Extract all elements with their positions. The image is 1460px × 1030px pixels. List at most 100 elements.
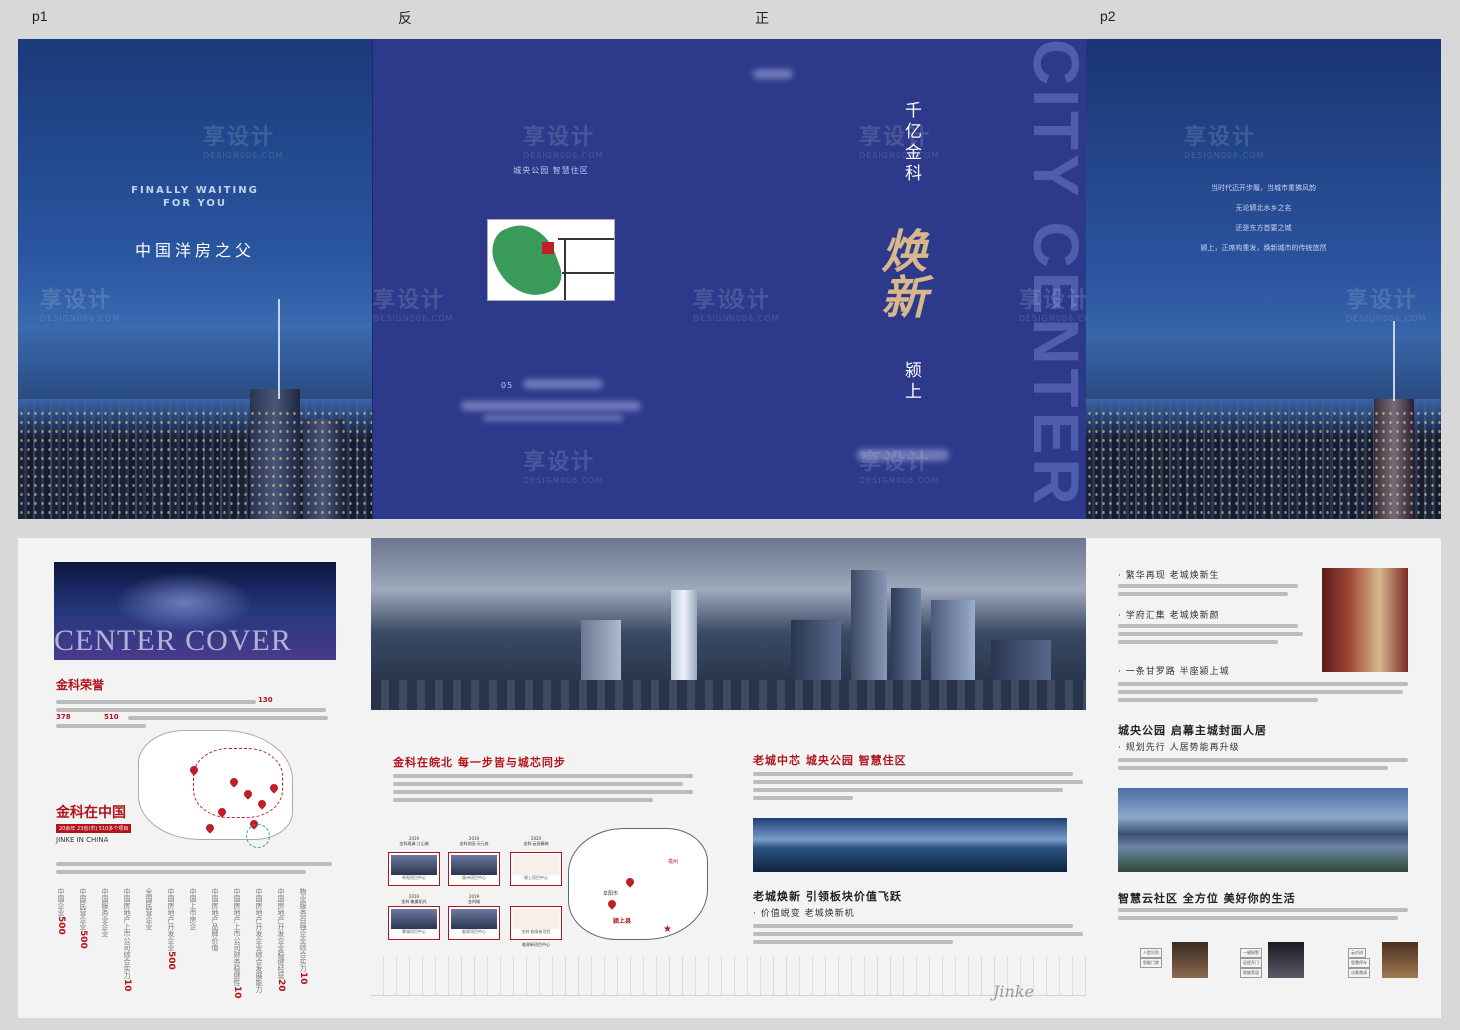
stat-item: 中国房地产上市公司综合实力10 (122, 888, 132, 992)
paragraph-line (1118, 908, 1408, 912)
city-lights (18, 409, 372, 519)
p2-poem-line: 当时代迈开步履，当城市重拂风韵 (1211, 184, 1316, 192)
label-p2: p2 (1100, 8, 1116, 24)
watermark: 享设计DESIGN006.COM (373, 288, 454, 323)
right-heading: 城央公园 启幕主城封面人居 (1118, 724, 1267, 737)
bay-night-photo (753, 818, 1067, 872)
paragraph-line (1118, 624, 1298, 628)
stat-item: 中国房地产开发企业稳健经营20 (276, 888, 286, 992)
blurred-text (523, 379, 603, 389)
watermark: 享设计DESIGN006.COM (40, 288, 121, 323)
paragraph-line (753, 788, 1063, 792)
honor-number: 378 (56, 713, 71, 721)
map-label: 亳州 (668, 859, 679, 865)
project-marker-icon (542, 242, 554, 254)
star-marker-icon: ★ (663, 924, 672, 935)
paragraph-line (753, 772, 1073, 776)
paragraph-line (393, 774, 693, 778)
paragraph-line (753, 796, 853, 800)
p1-english-title: FINALLY WAITING FOR YOU (131, 185, 259, 209)
honor-column: CENTER COVER 金科荣誉 130 378 510 金科在中国 20余年… (18, 538, 371, 1018)
stat-item: 物业服务百强企业综合实力10 (298, 888, 308, 985)
stat-item: 全国民营企业 (145, 888, 153, 930)
project-year-name: 2019 金科观澜·江山城 (399, 836, 429, 846)
watermark: 享设计DESIGN006.COM (203, 125, 284, 160)
paragraph-line (56, 870, 306, 874)
feature-tag: 访客邀请 (1348, 968, 1370, 978)
back-subtitle: 城央公园 智慧住区 (513, 166, 589, 175)
paragraph-line (1118, 766, 1388, 770)
project-thumbnail: 临泉项目中心 (448, 906, 500, 940)
skyline-line-art (371, 956, 1086, 996)
watermark: 享设计DESIGN006.COM (729, 288, 780, 323)
feature-tag: 一键报警 (1240, 948, 1262, 958)
tower-spire (1393, 321, 1395, 401)
p1-chinese-title: 中国洋房之父 (134, 241, 255, 260)
road (558, 238, 614, 240)
front-main-calligraphy: 焕新 (874, 227, 929, 319)
project-caption: 临泉新项目中心 (522, 942, 550, 947)
paragraph-line (1118, 698, 1318, 702)
paragraph-line (1118, 632, 1303, 636)
watermark: 享设计DESIGN006.COM (1184, 125, 1265, 160)
panel-p2: 享设计 DESIGN006.COM 享设计 DESIGN006.COM 当时代迈开步… (1086, 39, 1441, 519)
paragraph-line (1118, 584, 1298, 588)
stat-item: 中国房地产上市公司财务稳健性10 (232, 888, 242, 999)
china-title: 金科在中国 (56, 805, 126, 821)
mall-photo (1322, 568, 1408, 672)
stat-item: 中国房地产开发企业综合发展能力 (255, 888, 263, 993)
label-back: 反 (398, 10, 412, 26)
panel-back: 享设计DESIGN006.COM 享设计DESIGN006.COM 享设计DES… (372, 39, 729, 519)
panel-front: CITY CENTER 享设计DESIGN006.COM 享设计DESIGN00… (729, 39, 1086, 519)
watermark: 享设计DESIGN006.COM (523, 125, 604, 160)
section-renew-subtitle: · 价值蜕变 老城焕新机 (753, 909, 855, 919)
paragraph-line (56, 708, 326, 712)
right-bullet: · 学府汇集 老城焕新颜 (1118, 611, 1220, 621)
paragraph-line (753, 780, 1083, 784)
paragraph-line (1118, 690, 1403, 694)
paragraph-line (753, 924, 1073, 928)
map-label: 颍上县 (613, 918, 632, 925)
cover-image: CENTER COVER (54, 562, 336, 660)
project-thumbnail: 金科·临泉新项目 (510, 906, 562, 940)
blurred-text (857, 449, 949, 461)
stat-item: 中国民营企业500 (78, 888, 88, 949)
paragraph-line (1118, 758, 1408, 762)
right-bullet: · 一条甘罗路 半座颍上城 (1118, 667, 1230, 677)
blurred-text (461, 401, 641, 411)
blurred-text (753, 69, 793, 79)
honor-title: 金科荣誉 (56, 678, 105, 692)
project-year-name: 2019 金科·集美阳光 (401, 894, 427, 904)
map-label: 阜阳市 (603, 891, 619, 897)
stat-item: 中国企业500 (56, 888, 66, 935)
honor-number: 130 (258, 696, 273, 704)
smart-home-photo (1172, 942, 1208, 978)
paragraph-line (56, 862, 332, 866)
paragraph-line (393, 798, 653, 802)
smart-lock-photo (1268, 942, 1304, 978)
project-year-name: 2019 金科花园·天元府 (459, 836, 489, 846)
doorman-photo (1382, 942, 1418, 978)
paragraph-line (393, 790, 693, 794)
label-p1: p1 (32, 8, 48, 24)
low-buildings (371, 680, 1086, 710)
paragraph-line (128, 716, 328, 720)
stat-item: 中国房地产开发企业500 (166, 888, 176, 970)
section-anhui-title: 金科在皖北 每一步皆与城芯同步 (393, 756, 566, 769)
stat-item: 中国上市房企 (189, 888, 197, 930)
honor-number: 510 (104, 713, 119, 721)
panel-p1: 享设计 DESIGN006.COM 享设计 DESIGN006.COM FINALL… (18, 39, 372, 519)
paragraph-line (753, 932, 1083, 936)
road (564, 240, 566, 300)
right-column: · 繁华再现 老城焕新生 · 学府汇集 老城焕新颜 · 一条甘罗路 半座颍上城 … (1100, 538, 1441, 1018)
paragraph-line (753, 940, 953, 944)
stat-item: 中国房地产品牌价值 (211, 888, 219, 951)
p2-poem-line: 还是东方首要之城 (1235, 224, 1292, 232)
park-area (488, 220, 567, 300)
right-bullet: · 繁华再现 老城焕新生 (1118, 571, 1220, 581)
region-map (568, 828, 708, 940)
right-subheading: · 规划先行 人居势能再升级 (1118, 743, 1240, 753)
paragraph-line (1118, 592, 1288, 596)
project-thumbnail: 阜阳项目中心 (388, 852, 440, 886)
top-spread: 享设计 DESIGN006.COM 享设计 DESIGN006.COM FINALL… (18, 39, 1441, 519)
